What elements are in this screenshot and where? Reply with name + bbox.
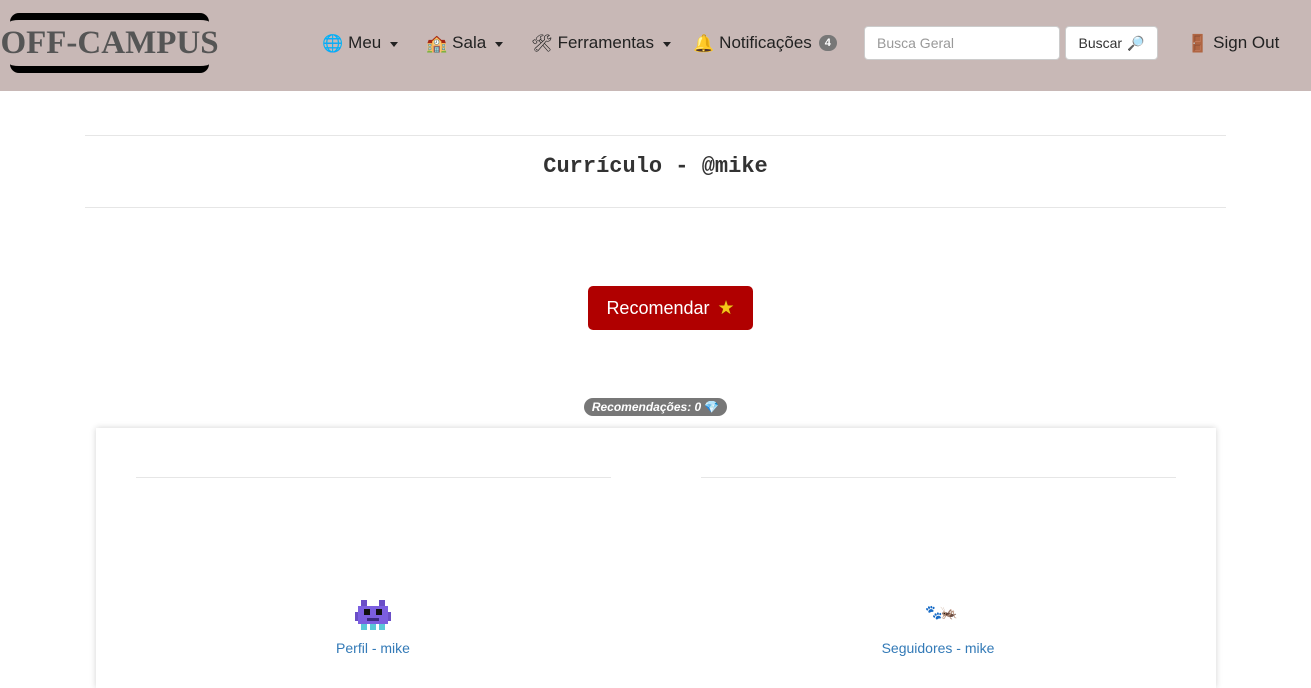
panel-divider-left xyxy=(136,477,611,478)
page-title: Currículo - @mike xyxy=(543,154,768,179)
signout-link[interactable]: 🚪 Sign Out xyxy=(1187,31,1279,55)
header-divider-top xyxy=(85,135,1226,136)
notification-count-badge: 4 xyxy=(818,34,837,52)
nav-notifications-label: Notificações xyxy=(719,33,812,52)
recommend-button[interactable]: Recomendar ★ xyxy=(588,286,753,330)
search-button-label: Buscar xyxy=(1078,35,1123,51)
followers-icon: 🐾🦗 xyxy=(925,604,958,620)
nav-menu-sala[interactable]: 🏫 Sala xyxy=(426,31,504,55)
search-icon: 🔎 xyxy=(1127,34,1145,51)
nav-menu-ferramentas-label: Ferramentas xyxy=(557,33,654,52)
profile-link[interactable]: Perfil - mike xyxy=(333,640,413,656)
panel-divider-right xyxy=(701,477,1176,478)
pixel-monster-avatar-icon xyxy=(355,600,391,630)
header-divider-bottom xyxy=(85,207,1226,208)
bell-icon: 🔔 xyxy=(693,33,715,53)
brand-logo[interactable]: OFF-CAMPUS xyxy=(0,13,219,73)
nav-menu-meu-label: Meu xyxy=(348,33,382,52)
chevron-down-icon xyxy=(390,41,399,47)
brand-text: OFF-CAMPUS xyxy=(0,24,219,61)
chevron-down-icon xyxy=(662,41,671,47)
nav-menu-ferramentas[interactable]: 🛠 Ferramentas xyxy=(531,31,671,55)
globe-icon: 🌐 xyxy=(322,33,344,53)
search-button[interactable]: Buscar 🔎 xyxy=(1065,26,1158,60)
school-icon: 🏫 xyxy=(426,33,448,53)
star-icon: ★ xyxy=(717,297,735,319)
followers-link[interactable]: Seguidores - mike xyxy=(878,640,998,656)
signout-label: Sign Out xyxy=(1213,33,1280,52)
nav-menu-sala-label: Sala xyxy=(452,33,487,52)
recommendations-badge: Recomendações: 0 💎 xyxy=(584,398,727,416)
chevron-down-icon xyxy=(495,41,504,47)
door-icon: 🚪 xyxy=(1187,33,1209,53)
search-input[interactable] xyxy=(864,26,1060,60)
tools-icon: 🛠 xyxy=(531,33,553,53)
recommendations-count: Recomendações: 0 xyxy=(591,400,702,414)
top-navbar: OFF-CAMPUS 🌐 Meu 🏫 Sala 🛠 Ferramentas 🔔 … xyxy=(0,0,1311,91)
recommend-button-label: Recomendar xyxy=(606,297,710,318)
nav-menu-meu[interactable]: 🌐 Meu xyxy=(322,31,399,55)
nav-notifications[interactable]: 🔔 Notificações 4 xyxy=(693,31,837,55)
curriculum-panel: Perfil - mike 🐾🦗 Seguidores - mike xyxy=(96,428,1216,688)
gem-icon: 💎 xyxy=(704,400,720,414)
